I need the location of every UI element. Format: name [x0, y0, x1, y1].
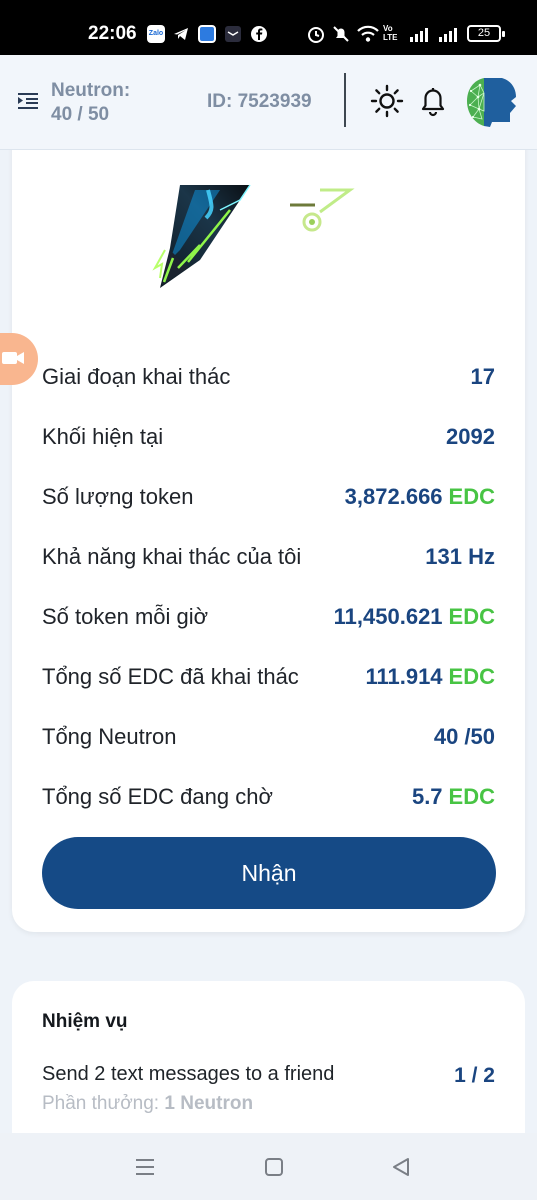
stat-value: 111.914 EDC: [365, 664, 495, 690]
notification-bell-icon[interactable]: [415, 83, 451, 119]
stat-number: 111.914: [365, 664, 443, 689]
neutron-counter: Neutron: 40 / 50: [51, 79, 130, 127]
system-nav-bar: [0, 1133, 537, 1200]
alarm-icon: [308, 27, 324, 43]
stat-row: Tổng Neutron 40 /50: [42, 717, 495, 757]
task-section-title: Nhiệm vụ: [42, 1011, 128, 1032]
currency-unit: EDC: [448, 664, 495, 689]
telegram-icon: [174, 28, 188, 40]
divider: [344, 73, 346, 127]
menu-icon[interactable]: [18, 92, 38, 110]
app-icon: [198, 25, 216, 43]
back-triangle-icon[interactable]: [389, 1155, 413, 1179]
stat-number: 131 Hz: [425, 544, 495, 569]
facebook-icon: [251, 26, 267, 42]
status-bar: 22:06 Zalo Vo LTE 25: [0, 0, 537, 55]
mining-pen-illustration: [152, 184, 355, 288]
stat-value: 3,872.666 EDC: [345, 484, 495, 510]
claim-button[interactable]: Nhận: [42, 837, 496, 909]
stat-label: Khối hiện tại: [42, 424, 164, 449]
stat-label: Tổng số EDC đang chờ: [42, 784, 273, 809]
stat-label: Số token mỗi giờ: [42, 604, 209, 629]
stat-row: Khả năng khai thác của tôi 131 Hz: [42, 537, 495, 577]
video-camera-icon: [2, 352, 24, 364]
app-header: Neutron: 40 / 50 ID: 7523939: [0, 55, 537, 150]
stat-label: Tổng số EDC đã khai thác: [42, 664, 299, 689]
currency-unit: EDC: [448, 784, 495, 809]
currency-unit: EDC: [448, 604, 495, 629]
stat-label: Giai đoạn khai thác: [42, 364, 231, 389]
task-name[interactable]: Send 2 text messages to a friend: [42, 1063, 334, 1086]
task-progress: 1 / 2: [454, 1064, 495, 1087]
neutron-value: 40 / 50: [51, 104, 110, 125]
recents-menu-icon[interactable]: [133, 1155, 157, 1179]
stat-value: 11,450.621 EDC: [334, 604, 495, 630]
stat-number: 11,450.621: [333, 604, 443, 629]
stat-row: Khối hiện tại 2092: [42, 417, 495, 457]
stat-number: 3,872.666: [344, 484, 443, 509]
stat-number: 40 /50: [433, 724, 495, 749]
stat-value: 2092: [446, 424, 495, 450]
theme-toggle-icon[interactable]: [369, 83, 405, 119]
stat-row: Số lượng token 3,872.666 EDC: [42, 477, 495, 517]
zalo-icon: Zalo: [147, 25, 165, 43]
wifi-icon: [357, 25, 379, 42]
stat-label: Khả năng khai thác của tôi: [42, 544, 302, 569]
stat-value: 40 /50: [434, 724, 495, 750]
stat-number: 17: [470, 364, 495, 389]
signal-icon: [410, 28, 428, 42]
task-card: Nhiệm vụ Send 2 text messages to a frien…: [12, 981, 525, 1141]
reward-label: Phần thưởng:: [42, 1093, 160, 1114]
stat-value: 5.7 EDC: [412, 784, 495, 810]
stat-label: Tổng Neutron: [42, 724, 177, 749]
stat-number: 5.7: [411, 784, 443, 809]
clock: 22:06: [88, 23, 137, 44]
home-square-icon[interactable]: [262, 1155, 286, 1179]
mute-icon: [333, 26, 349, 42]
stat-row: Số token mỗi giờ 11,450.621 EDC: [42, 597, 495, 637]
neutron-label: Neutron:: [51, 80, 131, 101]
battery-indicator: 25: [467, 25, 505, 42]
volte-label: Vo LTE: [383, 24, 398, 42]
stat-value: 131 Hz: [425, 544, 495, 570]
stat-label: Số lượng token: [42, 484, 194, 509]
stat-row: Tổng số EDC đã khai thác 111.914 EDC: [42, 657, 495, 697]
user-id: ID: 7523939: [207, 91, 312, 112]
reward-value: 1 Neutron: [164, 1093, 254, 1114]
app-logo[interactable]: [462, 73, 520, 131]
stat-row: Tổng số EDC đang chờ 5.7 EDC: [42, 777, 495, 817]
mining-card: Giai đoạn khai thác 17 Khối hiện tại 209…: [12, 110, 525, 932]
stat-row: Giai đoạn khai thác 17: [42, 357, 495, 397]
mail-icon: [225, 26, 241, 42]
stat-number: 2092: [446, 424, 495, 449]
stat-value: 17: [471, 364, 495, 390]
currency-unit: EDC: [448, 484, 495, 509]
task-reward: Phần thưởng: 1 Neutron: [42, 1093, 253, 1115]
signal-icon: [439, 28, 457, 42]
